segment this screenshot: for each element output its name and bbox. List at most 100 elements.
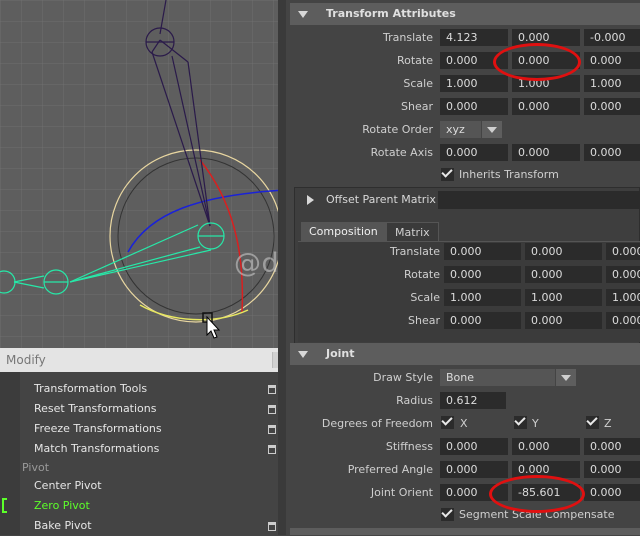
rotate-z-field[interactable]: 0.000 bbox=[584, 52, 640, 69]
opm-shear-z-field[interactable]: 0.000 bbox=[606, 312, 640, 329]
option-box-icon[interactable] bbox=[268, 522, 276, 531]
opm-rotate-label: Rotate bbox=[403, 268, 440, 281]
opm-rotate-x-field[interactable]: 0.000 bbox=[444, 266, 521, 283]
translate-x-field[interactable]: 4.123 bbox=[440, 29, 508, 46]
panel-divider[interactable] bbox=[278, 0, 286, 535]
menu-item-label: Bake Pivot bbox=[34, 519, 92, 532]
dof-x-checkbox[interactable] bbox=[441, 414, 454, 429]
dof-x-label: X bbox=[460, 417, 468, 430]
menu-item-label: Reset Transformations bbox=[34, 402, 157, 415]
tab-matrix[interactable]: Matrix bbox=[386, 222, 439, 242]
opm-rotate-z-field[interactable]: 0.000 bbox=[606, 266, 640, 283]
opm-translate-label: Translate bbox=[390, 245, 440, 258]
draw-style-dropdown[interactable]: Bone bbox=[440, 369, 576, 386]
checkmark-icon bbox=[441, 166, 453, 178]
checkmark-icon bbox=[514, 414, 526, 426]
stiffness-x-field[interactable]: 0.000 bbox=[440, 438, 508, 455]
menu-item-label: Match Transformations bbox=[34, 442, 160, 455]
shear-y-field[interactable]: 0.000 bbox=[512, 98, 580, 115]
radius-field[interactable]: 0.612 bbox=[440, 392, 506, 409]
highlight-bracket bbox=[2, 498, 7, 513]
inherits-transform-label: Inherits Transform bbox=[459, 168, 559, 181]
expand-triangle-icon bbox=[307, 195, 314, 205]
header-bar bbox=[438, 191, 640, 209]
collapse-triangle-icon bbox=[298, 11, 308, 18]
menu-section-pivot: Pivot bbox=[22, 461, 50, 474]
joint-header[interactable]: Joint bbox=[290, 343, 640, 365]
opm-scale-y-field[interactable]: 1.000 bbox=[525, 289, 602, 306]
dof-y-label: Y bbox=[532, 417, 539, 430]
section-title: Transform Attributes bbox=[326, 7, 456, 20]
offset-parent-matrix-header[interactable]: Offset Parent Matrix bbox=[295, 188, 640, 212]
rotate-order-dropdown[interactable]: xyz bbox=[440, 121, 502, 138]
translate-z-field[interactable]: -0.000 bbox=[584, 29, 640, 46]
opm-shear-label: Shear bbox=[408, 314, 440, 327]
menu-body: Transformation Tools Reset Transformatio… bbox=[2, 379, 278, 536]
annotation-ellipse-joint-orient bbox=[489, 475, 585, 513]
transform-attributes-header[interactable]: Transform Attributes bbox=[290, 3, 640, 25]
menu-item-label: Zero Pivot bbox=[34, 499, 90, 512]
joint-orient-z-field[interactable]: 0.000 bbox=[584, 484, 640, 501]
stiffness-z-field[interactable]: 0.000 bbox=[584, 438, 640, 455]
preferred-angle-z-field[interactable]: 0.000 bbox=[584, 461, 640, 478]
menu-item-label: Transformation Tools bbox=[34, 382, 148, 395]
menu-item-center-pivot[interactable]: Center Pivot bbox=[20, 476, 278, 496]
checkmark-icon bbox=[441, 414, 453, 426]
section-title: Joint bbox=[326, 347, 355, 360]
segment-scale-checkbox[interactable] bbox=[441, 506, 454, 521]
menu-item-zero-pivot[interactable]: Zero Pivot bbox=[2, 496, 278, 516]
menu-item-match-transformations[interactable]: Match Transformations bbox=[20, 439, 278, 459]
opm-scale-x-field[interactable]: 1.000 bbox=[444, 289, 521, 306]
annotation-ellipse-rotate bbox=[493, 43, 581, 81]
section-title: Offset Parent Matrix bbox=[326, 193, 436, 206]
menu-item-transformation-tools[interactable]: Transformation Tools bbox=[20, 379, 278, 399]
option-box-icon[interactable] bbox=[268, 385, 276, 394]
dropdown-value: xyz bbox=[446, 123, 465, 136]
stiffness-y-field[interactable]: 0.000 bbox=[512, 438, 580, 455]
collapse-triangle-icon bbox=[298, 351, 308, 358]
viewport-canvas[interactable] bbox=[0, 0, 286, 348]
shear-x-field[interactable]: 0.000 bbox=[440, 98, 508, 115]
dof-y-checkbox[interactable] bbox=[514, 414, 527, 429]
menu-item-bake-pivot[interactable]: Bake Pivot bbox=[20, 516, 278, 536]
preferred-angle-x-field[interactable]: 0.000 bbox=[440, 461, 508, 478]
rotate-label: Rotate bbox=[396, 54, 433, 67]
stiffness-label: Stiffness bbox=[385, 440, 433, 453]
opm-rotate-y-field[interactable]: 0.000 bbox=[525, 266, 602, 283]
rotate-axis-z-field[interactable]: 0.000 bbox=[584, 144, 640, 161]
rotate-axis-label: Rotate Axis bbox=[370, 146, 433, 159]
menu-item-label: Center Pivot bbox=[34, 479, 102, 492]
opm-shear-y-field[interactable]: 0.000 bbox=[525, 312, 602, 329]
inherits-transform-checkbox[interactable] bbox=[441, 166, 454, 181]
opm-translate-z-field[interactable]: 0.000 bbox=[606, 243, 640, 260]
tab-composition[interactable]: Composition bbox=[301, 222, 386, 242]
shear-z-field[interactable]: 0.000 bbox=[584, 98, 640, 115]
dof-z-checkbox[interactable] bbox=[586, 414, 599, 429]
translate-label: Translate bbox=[383, 31, 433, 44]
viewport[interactable] bbox=[0, 0, 286, 348]
joint-orient-label: Joint Orient bbox=[370, 486, 433, 499]
scale-z-field[interactable]: 1.000 bbox=[584, 75, 640, 92]
checkmark-icon bbox=[441, 506, 453, 518]
shear-label: Shear bbox=[401, 100, 433, 113]
rotate-order-label: Rotate Order bbox=[362, 123, 433, 136]
menu-item-reset-transformations[interactable]: Reset Transformations bbox=[20, 399, 278, 419]
rotate-axis-x-field[interactable]: 0.000 bbox=[440, 144, 508, 161]
next-section-header[interactable] bbox=[290, 528, 640, 535]
opm-translate-y-field[interactable]: 0.000 bbox=[525, 243, 602, 260]
draw-style-label: Draw Style bbox=[373, 371, 433, 384]
menu-item-freeze-transformations[interactable]: Freeze Transformations bbox=[20, 419, 278, 439]
opm-scale-z-field[interactable]: 1.000 bbox=[606, 289, 640, 306]
chevron-down-icon bbox=[555, 369, 576, 386]
opm-scale-label: Scale bbox=[410, 291, 440, 304]
radius-label: Radius bbox=[396, 394, 433, 407]
opm-translate-x-field[interactable]: 0.000 bbox=[444, 243, 521, 260]
option-box-icon[interactable] bbox=[268, 445, 276, 454]
option-box-icon[interactable] bbox=[268, 405, 276, 414]
menu-title: Modify bbox=[0, 348, 285, 372]
option-box-icon[interactable] bbox=[268, 425, 276, 434]
scale-x-field[interactable]: 1.000 bbox=[440, 75, 508, 92]
rotate-axis-y-field[interactable]: 0.000 bbox=[512, 144, 580, 161]
checkmark-icon bbox=[586, 414, 598, 426]
opm-shear-x-field[interactable]: 0.000 bbox=[444, 312, 521, 329]
